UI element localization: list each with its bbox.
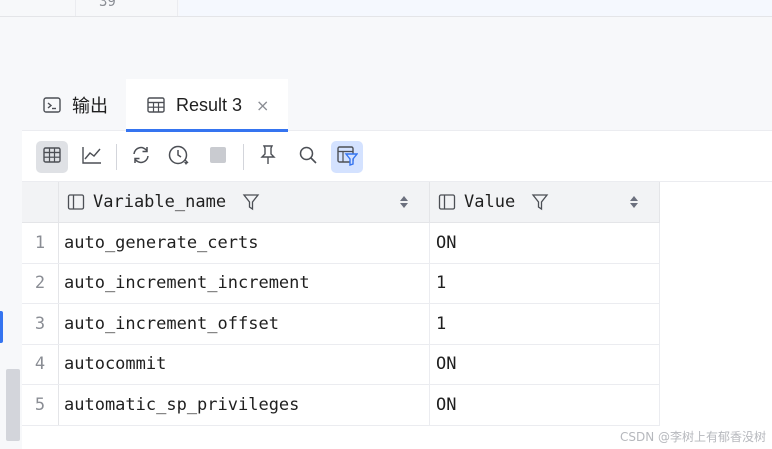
chart-view-button[interactable]: [76, 141, 108, 173]
table-view-button[interactable]: [36, 141, 68, 173]
row-number: 3: [22, 304, 59, 344]
search-icon: [298, 145, 318, 169]
cell-value[interactable]: ON: [430, 344, 660, 384]
history-button[interactable]: [163, 141, 195, 173]
column-icon: [67, 193, 85, 211]
pin-icon: [258, 144, 278, 170]
cell-variable-name[interactable]: auto_increment_offset: [59, 304, 430, 344]
cell-value[interactable]: 1: [430, 304, 660, 344]
row-number-header: [22, 182, 59, 222]
history-icon: [167, 144, 191, 170]
filter-view-icon: [336, 144, 359, 170]
close-icon[interactable]: ×: [256, 96, 269, 115]
toolbar-separator: [243, 144, 244, 170]
tab-output[interactable]: 输出: [22, 79, 126, 131]
watermark: CSDN @李树上有郁香没树: [619, 430, 766, 444]
cell-variable-name[interactable]: automatic_sp_privileges: [59, 385, 430, 425]
editor-blank-area: [0, 17, 772, 79]
stop-icon: [208, 145, 228, 169]
cell-value[interactable]: ON: [430, 223, 660, 263]
tab-result-3[interactable]: Result 3 ×: [126, 79, 288, 132]
result-toolbar: [22, 132, 772, 182]
filter-icon[interactable]: [531, 193, 549, 211]
table-row[interactable]: 2 auto_increment_increment 1: [22, 263, 660, 304]
result-grid: Variable_name Value 1 auto_generate_cert…: [22, 182, 660, 426]
search-button[interactable]: [292, 141, 324, 173]
tab-output-label: 输出: [72, 96, 108, 116]
toolbar-separator: [116, 144, 117, 170]
tab-result-label: Result 3: [176, 94, 243, 115]
row-number: 1: [22, 223, 59, 263]
table-icon: [146, 95, 166, 115]
results-tab-bar: 输出 Result 3 ×: [22, 79, 772, 132]
line-number: 39: [99, 0, 116, 10]
refresh-button[interactable]: [125, 141, 157, 173]
stop-button[interactable]: [202, 141, 234, 173]
active-marker: [0, 311, 3, 343]
console-icon: [42, 95, 62, 115]
row-number: 4: [22, 344, 59, 384]
column-name: Value: [464, 192, 516, 212]
column-icon: [438, 193, 456, 211]
left-scrollbar[interactable]: [6, 369, 20, 441]
pin-button[interactable]: [252, 141, 284, 173]
cell-value[interactable]: ON: [430, 385, 660, 425]
table-row[interactable]: 3 auto_increment_offset 1: [22, 304, 660, 345]
cell-value[interactable]: 1: [430, 263, 660, 303]
filter-view-button[interactable]: [331, 141, 363, 173]
chart-view-icon: [81, 145, 103, 169]
cell-variable-name[interactable]: auto_increment_increment: [59, 263, 430, 303]
grid-empty-area: [660, 182, 772, 449]
editor-strip: 39: [0, 0, 772, 17]
cell-variable-name[interactable]: auto_generate_certs: [59, 223, 430, 263]
row-number: 5: [22, 385, 59, 425]
line-gutter: [75, 0, 178, 16]
column-header-value[interactable]: Value: [430, 182, 660, 222]
table-row[interactable]: 1 auto_generate_certs ON: [22, 223, 660, 264]
filter-icon[interactable]: [242, 193, 260, 211]
left-side-strip: [0, 79, 22, 449]
row-number: 2: [22, 263, 59, 303]
refresh-icon: [130, 144, 152, 170]
grid-header: Variable_name Value: [22, 182, 660, 223]
column-name: Variable_name: [93, 192, 227, 212]
cell-variable-name[interactable]: autocommit: [59, 344, 430, 384]
table-row[interactable]: 4 autocommit ON: [22, 344, 660, 385]
table-view-icon: [42, 145, 62, 169]
table-row[interactable]: 5 automatic_sp_privileges ON: [22, 385, 660, 426]
column-header-variable-name[interactable]: Variable_name: [59, 182, 430, 222]
sort-icon[interactable]: [629, 194, 639, 210]
code-area[interactable]: [179, 0, 772, 16]
sort-icon[interactable]: [399, 194, 409, 210]
